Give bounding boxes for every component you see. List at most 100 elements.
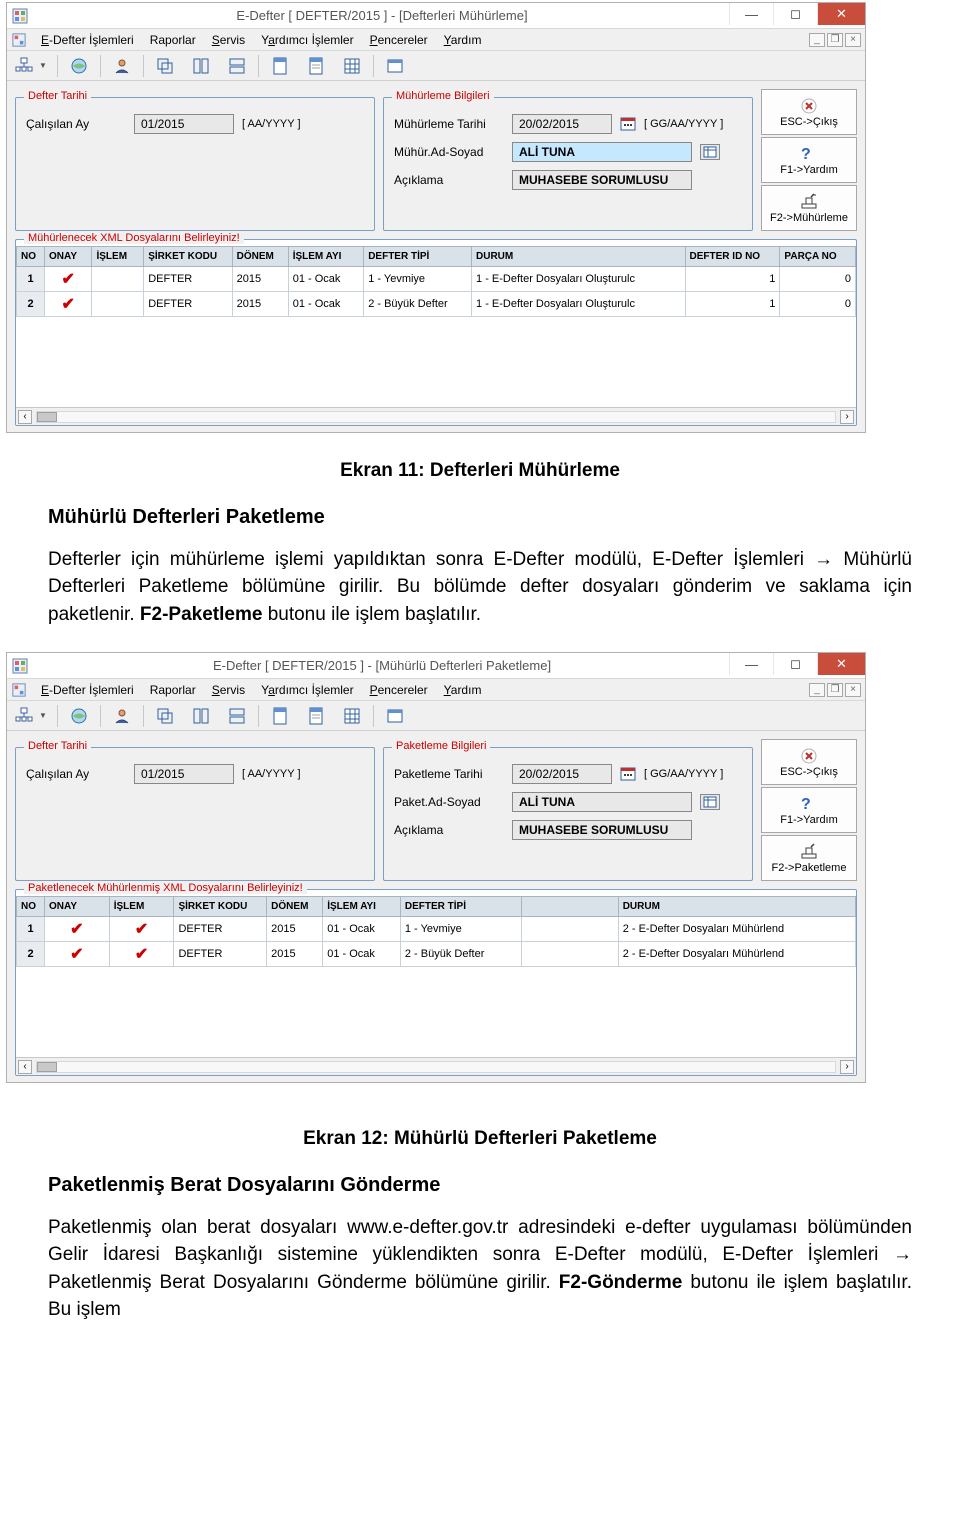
input-ad-soyad[interactable]: ALİ TUNA [512, 792, 692, 812]
mdi-restore[interactable]: ❐ [827, 683, 843, 697]
checkmark-icon[interactable]: ✔ [109, 942, 174, 967]
menu-item[interactable]: Servis [204, 31, 253, 49]
table-row[interactable]: 2 ✔ DEFTER 2015 01 - Ocak 2 - Büyük Deft… [17, 292, 856, 317]
checkmark-icon[interactable]: ✔ [45, 292, 92, 317]
col-islem[interactable]: İŞLEM [109, 897, 174, 917]
col-spacer[interactable] [521, 897, 618, 917]
col-durum[interactable]: DURUM [472, 247, 686, 267]
col-no[interactable]: NO [17, 247, 45, 267]
toolbar-tile-v-icon[interactable] [226, 705, 248, 727]
toolbar-doc1-icon[interactable] [269, 55, 291, 77]
input-calisilan-ay[interactable]: 01/2015 [134, 764, 234, 784]
f1-yardim-button[interactable]: ? F1->Yardım [761, 787, 857, 833]
maximize-button[interactable]: ◻ [773, 3, 817, 25]
menu-item[interactable]: Yardımcı İşlemler [253, 681, 362, 699]
scroll-left-icon[interactable]: ‹ [18, 1060, 32, 1074]
toolbar-doc1-icon[interactable] [269, 705, 291, 727]
esc-cikis-button[interactable]: ESC->Çıkış [761, 89, 857, 135]
menu-item[interactable]: Servis [204, 681, 253, 699]
toolbar-user-icon[interactable] [111, 705, 133, 727]
checkmark-icon[interactable]: ✔ [45, 917, 110, 942]
toolbar-globe-icon[interactable] [68, 705, 90, 727]
col-defter-tipi[interactable]: DEFTER TİPİ [364, 247, 472, 267]
toolbar-tile-v-icon[interactable] [226, 55, 248, 77]
close-button[interactable]: ✕ [817, 653, 865, 675]
toolbar-table-icon[interactable] [341, 55, 363, 77]
dropdown-arrow-icon[interactable]: ▼ [39, 61, 47, 70]
toolbar-doc2-icon[interactable] [305, 705, 327, 727]
mdi-close[interactable]: × [845, 33, 861, 47]
menu-item[interactable]: Pencereler [362, 681, 436, 699]
f2-paketleme-button[interactable]: F2->Paketleme [761, 835, 857, 881]
toolbar-cascade-icon[interactable] [154, 55, 176, 77]
minimize-button[interactable]: — [729, 3, 773, 25]
col-durum[interactable]: DURUM [618, 897, 855, 917]
toolbar-orgchart-icon[interactable] [13, 705, 35, 727]
calendar-icon[interactable] [620, 766, 636, 782]
toolbar-last-icon[interactable] [384, 55, 406, 77]
calendar-icon[interactable] [620, 116, 636, 132]
toolbar-tile-h-icon[interactable] [190, 705, 212, 727]
scroll-left-icon[interactable]: ‹ [18, 410, 32, 424]
toolbar-cascade-icon[interactable] [154, 705, 176, 727]
col-islem[interactable]: İŞLEM [92, 247, 144, 267]
toolbar-last-icon[interactable] [384, 705, 406, 727]
menu-item[interactable]: Raporlar [142, 31, 204, 49]
col-sirket[interactable]: ŞİRKET KODU [144, 247, 232, 267]
toolbar-orgchart-icon[interactable] [13, 55, 35, 77]
scroll-track[interactable] [36, 1061, 836, 1073]
f2-muhurleme-button[interactable]: F2->Mühürleme [761, 185, 857, 231]
toolbar-table-icon[interactable] [341, 705, 363, 727]
col-donem[interactable]: DÖNEM [267, 897, 323, 917]
esc-cikis-button[interactable]: ESC->Çıkış [761, 739, 857, 785]
dropdown-arrow-icon[interactable]: ▼ [39, 711, 47, 720]
menu-item[interactable]: Pencereler [362, 31, 436, 49]
scroll-thumb[interactable] [37, 1062, 57, 1072]
lookup-icon[interactable] [700, 794, 720, 810]
table-row[interactable]: 1 ✔ ✔ DEFTER 2015 01 - Ocak 1 - Yevmiye … [17, 917, 856, 942]
scroll-right-icon[interactable]: › [840, 410, 854, 424]
menu-item[interactable]: Yardım [436, 681, 490, 699]
horizontal-scrollbar[interactable]: ‹ › [16, 1057, 856, 1075]
col-onay[interactable]: ONAY [45, 247, 92, 267]
mdi-restore[interactable]: ❐ [827, 33, 843, 47]
scroll-thumb[interactable] [37, 412, 57, 422]
mdi-minimize[interactable]: _ [809, 683, 825, 697]
toolbar-globe-icon[interactable] [68, 55, 90, 77]
mdi-close[interactable]: × [845, 683, 861, 697]
checkmark-icon[interactable]: ✔ [109, 917, 174, 942]
f1-yardim-button[interactable]: ? F1->Yardım [761, 137, 857, 183]
input-muhurleme-tarihi[interactable]: 20/02/2015 [512, 114, 612, 134]
table-row[interactable]: 2 ✔ ✔ DEFTER 2015 01 - Ocak 2 - Büyük De… [17, 942, 856, 967]
checkmark-icon[interactable]: ✔ [45, 942, 110, 967]
minimize-button[interactable]: — [729, 653, 773, 675]
close-button[interactable]: ✕ [817, 3, 865, 25]
menu-item[interactable]: Raporlar [142, 681, 204, 699]
input-aciklama[interactable]: MUHASEBE SORUMLUSU [512, 820, 692, 840]
toolbar-doc2-icon[interactable] [305, 55, 327, 77]
menu-item[interactable]: E-Defter İşlemleri [33, 31, 142, 49]
table-row[interactable]: 1 ✔ DEFTER 2015 01 - Ocak 1 - Yevmiye 1 … [17, 267, 856, 292]
horizontal-scrollbar[interactable]: ‹ › [16, 407, 856, 425]
col-islem-ayi[interactable]: İŞLEM AYI [288, 247, 363, 267]
input-paketleme-tarihi[interactable]: 20/02/2015 [512, 764, 612, 784]
menu-item[interactable]: Yardım [436, 31, 490, 49]
menu-item[interactable]: Yardımcı İşlemler [253, 31, 362, 49]
maximize-button[interactable]: ◻ [773, 653, 817, 675]
col-defter-id[interactable]: DEFTER ID NO [685, 247, 780, 267]
col-onay[interactable]: ONAY [45, 897, 110, 917]
lookup-icon[interactable] [700, 144, 720, 160]
col-donem[interactable]: DÖNEM [232, 247, 288, 267]
col-no[interactable]: NO [17, 897, 45, 917]
checkmark-icon[interactable]: ✔ [45, 267, 92, 292]
col-parca-no[interactable]: PARÇA NO [780, 247, 856, 267]
col-defter-tipi[interactable]: DEFTER TİPİ [400, 897, 521, 917]
col-sirket[interactable]: ŞİRKET KODU [174, 897, 267, 917]
input-aciklama[interactable]: MUHASEBE SORUMLUSU [512, 170, 692, 190]
input-calisilan-ay[interactable]: 01/2015 [134, 114, 234, 134]
scroll-track[interactable] [36, 411, 836, 423]
grid-table[interactable]: NO ONAY İŞLEM ŞİRKET KODU DÖNEM İŞLEM AY… [16, 246, 856, 317]
menu-item[interactable]: E-Defter İşlemleri [33, 681, 142, 699]
col-islem-ayi[interactable]: İŞLEM AYI [323, 897, 401, 917]
toolbar-tile-h-icon[interactable] [190, 55, 212, 77]
